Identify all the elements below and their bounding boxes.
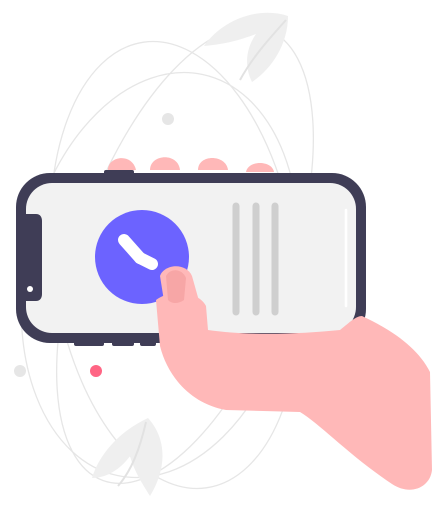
fingertips <box>107 157 274 172</box>
leaf-icon <box>92 418 163 496</box>
hand-holding-phone-illustration <box>14 12 432 496</box>
camera-dot <box>27 286 33 292</box>
thumbnail <box>166 270 186 303</box>
accent-dot <box>90 365 102 377</box>
decor-dot <box>14 365 26 377</box>
decor-dot <box>162 113 174 125</box>
